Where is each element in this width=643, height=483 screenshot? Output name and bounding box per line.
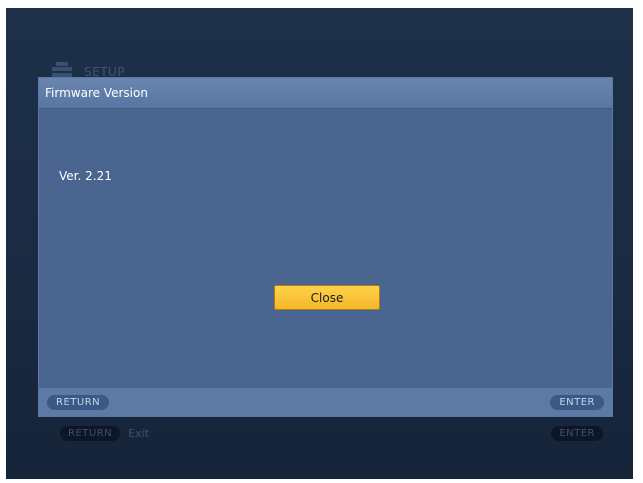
background-footer-left: RETURN Exit bbox=[60, 426, 149, 441]
enter-button[interactable]: ENTER bbox=[550, 394, 604, 410]
background-return-button: RETURN bbox=[60, 426, 121, 441]
dialog-title: Firmware Version bbox=[45, 86, 148, 100]
dialog-footer: RETURN ENTER bbox=[39, 388, 612, 416]
background-footer: RETURN Exit ENTER bbox=[60, 426, 603, 441]
background-exit-label: Exit bbox=[128, 427, 149, 440]
return-button[interactable]: RETURN bbox=[47, 394, 110, 410]
background-enter-button: ENTER bbox=[551, 426, 603, 441]
firmware-version-dialog: Firmware Version Ver. 2.21 Close RETURN … bbox=[39, 78, 612, 416]
tv-screen: SETUP RETURN Exit ENTER Firmware Version… bbox=[6, 8, 633, 479]
close-button[interactable]: Close bbox=[274, 285, 380, 310]
dialog-titlebar: Firmware Version bbox=[39, 78, 612, 109]
firmware-version-value: Ver. 2.21 bbox=[59, 169, 112, 183]
setup-title: SETUP bbox=[84, 65, 126, 79]
